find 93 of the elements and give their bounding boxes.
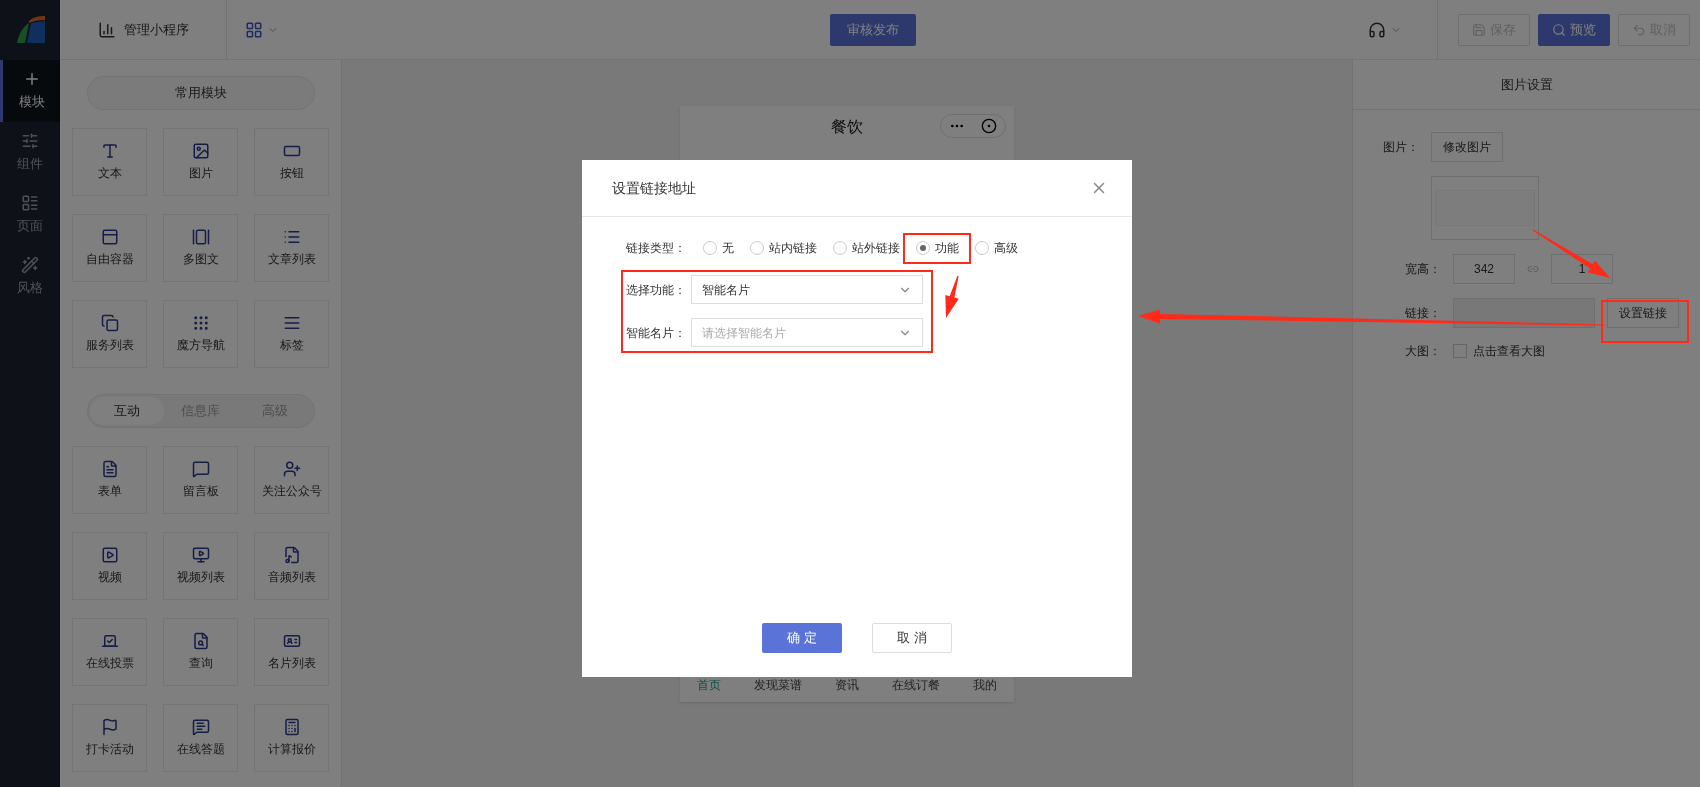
list-icon <box>282 228 301 246</box>
radio-option[interactable]: 高级 <box>975 239 1018 257</box>
module-tile[interactable]: 留言板 <box>163 446 238 514</box>
message-icon <box>191 460 210 478</box>
dots-icon <box>191 314 210 332</box>
module-tile[interactable]: 魔方导航 <box>163 300 238 368</box>
link-icon[interactable] <box>1527 263 1539 275</box>
calculator-icon <box>282 718 301 736</box>
height-field[interactable]: 1 <box>1551 254 1613 284</box>
radio-option[interactable]: 功能 <box>916 239 959 257</box>
module-tile[interactable]: 文章列表 <box>254 214 329 282</box>
sliders-icon <box>21 132 39 151</box>
monitor-play-icon <box>191 546 210 564</box>
module-tile[interactable]: 名片列表 <box>254 618 329 686</box>
module-tile[interactable]: 标签 <box>254 300 329 368</box>
annotation-arrow <box>945 275 959 318</box>
module-tile[interactable]: 计算报价 <box>254 704 329 772</box>
save-icon <box>1472 22 1486 37</box>
wand-icon <box>21 256 39 275</box>
user-plus-icon <box>282 460 301 478</box>
side-nav-item[interactable]: 模块 <box>0 60 60 122</box>
side-nav-item[interactable]: 组件 <box>0 122 60 184</box>
confirm-button[interactable]: 确 定 <box>762 623 842 653</box>
flag-icon <box>100 718 119 736</box>
target-icon <box>981 118 997 134</box>
radio-option[interactable]: 无 <box>703 239 734 257</box>
search-file-icon <box>191 632 210 650</box>
layout-icon <box>21 194 39 213</box>
module-tile[interactable]: 按钮 <box>254 128 329 196</box>
module-tile[interactable]: 多图文 <box>163 214 238 282</box>
change-image-button[interactable]: 修改图片 <box>1431 132 1503 162</box>
phone-tab[interactable]: 发现菜谱 <box>753 676 802 694</box>
module-tile[interactable]: 视频 <box>72 532 147 600</box>
phone-tab[interactable]: 在线订餐 <box>892 676 941 694</box>
side-nav-item[interactable]: 风格 <box>0 246 60 308</box>
common-modules-button[interactable]: 常用模块 <box>86 76 315 110</box>
headset-icon[interactable] <box>1368 20 1386 39</box>
side-nav-item[interactable]: 页面 <box>0 184 60 246</box>
module-tile[interactable]: 音频列表 <box>254 532 329 600</box>
field-label: 图片： <box>1383 139 1419 156</box>
search-icon <box>1552 22 1566 37</box>
module-tile[interactable]: 在线答题 <box>163 704 238 772</box>
module-tile[interactable]: 打卡活动 <box>72 704 147 772</box>
field-label: 链接： <box>1405 305 1441 322</box>
annotation-box <box>903 233 971 264</box>
lines-icon <box>282 314 301 332</box>
width-field[interactable]: 342 <box>1453 254 1515 284</box>
module-tile[interactable]: 在线投票 <box>72 618 147 686</box>
chart-icon <box>97 20 116 39</box>
card-icon <box>282 632 301 650</box>
checkbox-label: 点击查看大图 <box>1473 343 1545 360</box>
panel-title: 图片设置 <box>1500 75 1553 94</box>
undo-icon <box>1632 22 1646 37</box>
toolbar-button[interactable]: 预览 <box>1538 13 1610 46</box>
field-label: 大图： <box>1405 343 1441 360</box>
module-tile[interactable]: 关注公众号 <box>254 446 329 514</box>
phone-title: 餐饮 <box>831 117 863 137</box>
set-link-button[interactable]: 设置链接 <box>1607 298 1679 328</box>
select-field[interactable]: 请选择智能名片 <box>691 318 923 347</box>
radio-option[interactable]: 站外链接 <box>833 239 900 257</box>
module-tile[interactable]: 查询 <box>163 618 238 686</box>
module-tile[interactable]: 视频列表 <box>163 532 238 600</box>
phone-tab[interactable]: 首页 <box>696 676 721 694</box>
cancel-button[interactable]: 取 消 <box>872 623 952 653</box>
play-icon <box>100 546 119 564</box>
phone-tab[interactable]: 我的 <box>973 676 998 694</box>
field-label: 宽高： <box>1405 261 1441 278</box>
module-tile[interactable]: 表单 <box>72 446 147 514</box>
link-field[interactable] <box>1453 298 1595 328</box>
music-icon <box>282 546 301 564</box>
field-label: 选择功能： <box>626 281 686 299</box>
phone-tab[interactable]: 资讯 <box>834 676 859 694</box>
text-icon <box>100 142 119 160</box>
gallery-icon <box>191 228 210 246</box>
vote-icon <box>100 632 119 650</box>
field-label: 智能名片： <box>626 324 686 342</box>
image-icon <box>191 142 210 160</box>
module-tile[interactable]: 文本 <box>72 128 147 196</box>
module-tile[interactable]: 服务列表 <box>72 300 147 368</box>
app-title: 管理小程序 <box>123 20 189 39</box>
cards-icon <box>100 314 119 332</box>
panel-icon <box>100 228 119 246</box>
radio-option[interactable]: 站内链接 <box>750 239 817 257</box>
field-label: 链接类型： <box>626 240 687 257</box>
form-icon <box>100 460 119 478</box>
module-tab[interactable]: 互动 <box>89 397 164 425</box>
select-field[interactable]: 智能名片 <box>691 275 923 304</box>
module-tile[interactable]: 自由容器 <box>72 214 147 282</box>
checkbox[interactable] <box>1453 344 1467 358</box>
dialog-title: 设置链接地址 <box>612 178 696 198</box>
module-tile[interactable]: 图片 <box>163 128 238 196</box>
grid-icon[interactable] <box>245 20 263 39</box>
publish-button[interactable]: 审核发布 <box>829 13 916 46</box>
